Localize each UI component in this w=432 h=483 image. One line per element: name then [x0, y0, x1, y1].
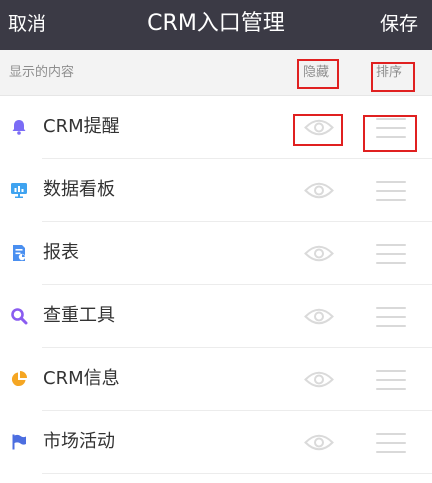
list-item: 报表: [0, 222, 432, 285]
drag-handle-icon[interactable]: [376, 177, 406, 205]
pie-chart-icon: [11, 371, 27, 387]
section-label: 显示的内容: [9, 65, 75, 80]
drag-handle-icon[interactable]: [376, 114, 406, 142]
list-item-label: CRM信息: [43, 368, 120, 389]
list-item-label: 报表: [43, 242, 79, 263]
eye-icon[interactable]: [304, 370, 334, 389]
eye-icon[interactable]: [304, 181, 334, 200]
eye-icon[interactable]: [304, 244, 334, 263]
list-item-label: 数据看板: [43, 179, 115, 200]
list-item: 数据看板: [0, 159, 432, 222]
sort-header-highlight: [371, 62, 415, 92]
eye-icon[interactable]: [304, 118, 334, 137]
save-button[interactable]: 保存: [380, 0, 418, 50]
eye-icon[interactable]: [304, 307, 334, 326]
page-title: CRM入口管理: [147, 11, 285, 36]
list-item: 市场活动: [0, 411, 432, 474]
list-item: CRM提醒: [0, 96, 432, 159]
bell-icon: [12, 120, 26, 135]
drag-handle-icon[interactable]: [376, 429, 406, 457]
entry-list: CRM提醒 数据看板 报表 查重工具 CRM信息 市场活动: [0, 96, 432, 474]
divider: [42, 473, 432, 474]
list-item-label: CRM提醒: [43, 116, 120, 137]
list-item: CRM信息: [0, 348, 432, 411]
report-icon: [13, 245, 26, 261]
search-icon: [11, 308, 28, 325]
drag-handle-icon[interactable]: [376, 240, 406, 268]
cancel-button[interactable]: 取消: [8, 0, 46, 50]
drag-handle-icon[interactable]: [376, 366, 406, 394]
list-item-label: 市场活动: [43, 431, 115, 452]
dashboard-icon: [11, 183, 27, 198]
list-item-label: 查重工具: [43, 305, 115, 326]
hide-header-highlight: [297, 59, 339, 89]
navigation-bar: 取消 CRM入口管理 保存: [0, 0, 432, 50]
flag-icon: [12, 434, 26, 450]
drag-handle-icon[interactable]: [376, 303, 406, 331]
list-item: 查重工具: [0, 285, 432, 348]
eye-icon[interactable]: [304, 433, 334, 452]
section-header: 显示的内容 隐藏 排序: [0, 50, 432, 96]
